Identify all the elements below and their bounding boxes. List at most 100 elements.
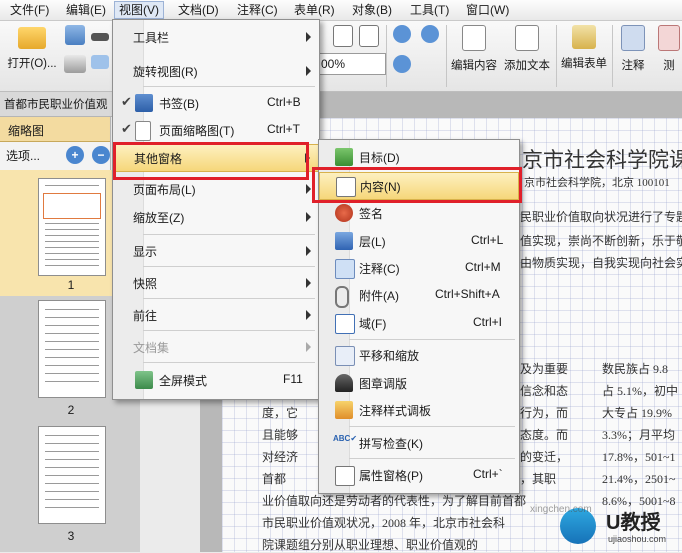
menu-item-shortcut: Ctrl+M — [465, 260, 501, 274]
print-button[interactable] — [62, 55, 88, 73]
menu-item-shortcut: Ctrl+B — [267, 95, 301, 109]
doc-line: 占 5.1%，初中 — [602, 384, 678, 398]
menu-item-spell-check[interactable]: ABC✔ 拼写检查(K) — [319, 430, 519, 456]
doc-line: 信念和态 — [520, 384, 569, 398]
comment-bubble-icon — [335, 259, 355, 279]
edit-form-label: 编辑表单 — [561, 58, 607, 70]
menu-edit[interactable]: 编辑(E) — [62, 2, 110, 18]
menu-item-go-to[interactable]: 前往 — [113, 302, 319, 328]
edit-form-button[interactable]: 编辑表单 — [558, 25, 610, 71]
comment-icon — [621, 25, 645, 51]
menu-item-label: 文档集 — [133, 341, 170, 355]
menu-item-shortcut: Ctrl+Shift+A — [435, 287, 500, 301]
zoom-in-button[interactable] — [390, 25, 414, 43]
menu-item-label: 缩放至(Z) — [133, 211, 185, 225]
edit-text-icon — [462, 25, 486, 51]
menu-item-label: 平移和缩放 — [359, 349, 420, 363]
zoom-in-thumb-icon[interactable]: + — [66, 146, 84, 164]
menu-item-shortcut: F11 — [283, 372, 303, 386]
menu-item-label: 页面缩略图(T) — [159, 124, 235, 138]
submenu-arrow-icon — [306, 32, 311, 42]
watermark-brand: U教授 — [606, 512, 661, 534]
doc-line: 值实现，崇尚不断创新，乐于敬 — [520, 234, 682, 248]
doc-line: 业价值取向还是劳动者的代表性，为了解目前首都 — [262, 494, 527, 508]
menu-item-full-screen[interactable]: 全屏模式 F11 — [113, 367, 319, 393]
menu-item-shortcut: Ctrl+T — [267, 122, 300, 136]
edit-content-label: 编辑内容 — [451, 60, 497, 72]
menu-document[interactable]: 文档(D) — [174, 2, 223, 18]
menu-item-zoom-to[interactable]: 缩放至(Z) — [113, 204, 319, 230]
menu-item-label: 签名 — [359, 207, 384, 221]
highlight-box-content — [312, 167, 522, 203]
menu-item-rotate-view[interactable]: 旋转视图(R) — [113, 58, 319, 84]
form-icon — [572, 25, 596, 49]
add-text-button[interactable]: 添加文本 — [500, 25, 554, 73]
menu-comment[interactable]: 注释(C) — [233, 2, 282, 18]
add-button[interactable] — [390, 55, 414, 73]
doc-line: 行为，而 — [520, 406, 569, 420]
doc-line: 且能够 — [262, 428, 299, 442]
add-text-label: 添加文本 — [504, 60, 550, 72]
zoom-input[interactable]: 00% — [318, 53, 386, 75]
thumbnail-page-3[interactable] — [38, 426, 106, 524]
menu-window[interactable]: 窗口(W) — [462, 2, 513, 18]
menu-item-display[interactable]: 显示 — [113, 238, 319, 264]
check-icon: ✔ — [121, 121, 132, 136]
menu-item-attachments[interactable]: 附件(A) Ctrl+Shift+A — [319, 282, 519, 308]
menu-item-label: 快照 — [133, 277, 158, 291]
thumbnail-page-1[interactable] — [38, 178, 106, 276]
thumbnail-page-2[interactable] — [38, 300, 106, 398]
menu-form[interactable]: 表单(R) — [290, 2, 339, 18]
menu-tools[interactable]: 工具(T) — [406, 2, 453, 18]
options-dropdown[interactable]: 选项... — [6, 147, 40, 164]
menu-file[interactable]: 文件(F) — [6, 2, 53, 18]
spell-check-icon: ABC✔ — [333, 434, 358, 443]
menu-item-fields[interactable]: 域(F) Ctrl+I — [319, 310, 519, 336]
menu-item-properties-pane[interactable]: 属性窗格(P) Ctrl+` — [319, 462, 519, 488]
menu-item-label: 属性窗格(P) — [359, 469, 423, 483]
document-tab[interactable]: 首都市民职业价值观 — [4, 96, 108, 112]
fit-width-button[interactable] — [358, 25, 380, 47]
email-button[interactable] — [90, 55, 110, 69]
menu-item-comment-style-palette[interactable]: 注释样式调板 — [319, 397, 519, 423]
fit-page-button[interactable] — [332, 25, 354, 47]
doc-line: 市民职业价值观状况，2008 年，北京市社会科 — [262, 516, 506, 530]
menu-item-layers[interactable]: 层(L) Ctrl+L — [319, 228, 519, 254]
edit-content-button[interactable]: 编辑内容 — [448, 25, 500, 73]
menu-item-label: 工具栏 — [133, 31, 170, 45]
menu-view[interactable]: 视图(V) — [114, 1, 164, 19]
menu-item-page-thumbnails[interactable]: ✔ 页面缩略图(T) Ctrl+T — [113, 117, 319, 143]
comment-label: 注释 — [621, 60, 645, 72]
menu-item-label: 拼写检查(K) — [359, 437, 423, 451]
menu-item-label: 注释样式调板 — [359, 404, 432, 418]
zoom-out-icon — [421, 25, 439, 43]
comment-button[interactable]: 注释 — [614, 25, 652, 73]
menu-item-shortcut: Ctrl+I — [473, 315, 503, 329]
menu-item-label: 前往 — [133, 309, 158, 323]
menu-item-signatures[interactable]: 签名 — [319, 200, 519, 226]
menu-item-snapshot[interactable]: 快照 — [113, 270, 319, 296]
menu-item-toolbar[interactable]: 工具栏 — [113, 24, 319, 50]
menu-item-stamp-palette[interactable]: 图章调版 — [319, 370, 519, 396]
scan-button[interactable] — [90, 25, 110, 41]
doc-line: 的变迁， — [520, 450, 569, 464]
open-button[interactable]: 打开(O)... — [4, 25, 60, 71]
measure-button[interactable]: 测 — [656, 25, 682, 73]
menu-item-label: 显示 — [133, 245, 158, 259]
submenu-arrow-icon — [306, 246, 311, 256]
doc-line: ，其职 — [520, 472, 557, 486]
menu-object[interactable]: 对象(B) — [348, 2, 396, 18]
menu-item-pan-zoom[interactable]: 平移和缩放 — [319, 342, 519, 368]
menu-item-comments[interactable]: 注释(C) Ctrl+M — [319, 255, 519, 281]
save-button[interactable] — [62, 25, 88, 45]
plus-icon — [393, 55, 411, 73]
menu-item-label: 页面布局(L) — [133, 183, 196, 197]
menu-item-label: 附件(A) — [359, 289, 399, 303]
zoom-out-thumb-icon[interactable]: − — [92, 146, 110, 164]
menu-item-bookmarks[interactable]: ✔ 书签(B) Ctrl+B — [113, 90, 319, 116]
zoom-out-button[interactable] — [418, 25, 442, 43]
watermark-url: ujiaoshou.com — [608, 534, 667, 544]
menu-bar: 文件(F) 编辑(E) 视图(V) 文档(D) 注释(C) 表单(R) 对象(B… — [0, 0, 682, 21]
submenu-arrow-icon — [306, 278, 311, 288]
thumbnail-viewport — [43, 193, 101, 219]
